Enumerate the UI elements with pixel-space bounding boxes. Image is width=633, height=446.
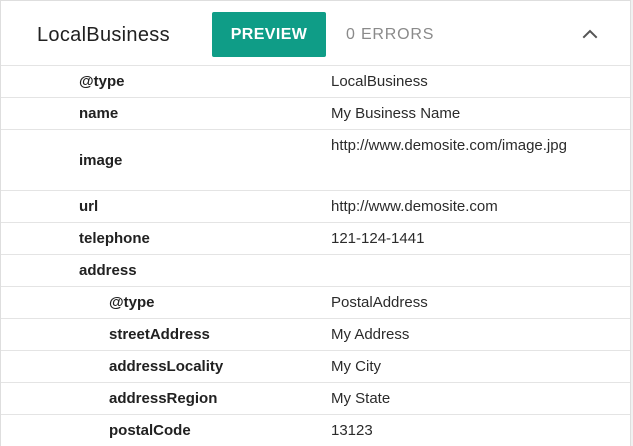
property-key: image: [79, 152, 123, 169]
preview-button[interactable]: PREVIEW: [212, 12, 326, 57]
property-value: 13123: [331, 422, 373, 439]
property-key: addressRegion: [109, 390, 218, 407]
errors-count: 0 ERRORS: [346, 26, 435, 43]
nested-property-row: @type PostalAddress: [1, 287, 630, 319]
property-value: My State: [331, 390, 391, 407]
property-row: @type LocalBusiness: [1, 66, 630, 98]
property-value: http://www.demosite.com/image.jpg: [331, 137, 567, 154]
nested-property-row: addressLocality My City: [1, 351, 630, 383]
schema-type-title: LocalBusiness: [37, 24, 170, 46]
property-key: url: [79, 198, 99, 215]
property-key: telephone: [79, 230, 150, 247]
property-key: address: [79, 262, 137, 279]
property-row: address: [1, 255, 630, 287]
property-key: addressLocality: [109, 358, 224, 375]
property-row: image http://www.demosite.com/image.jpg: [1, 130, 630, 191]
property-value: My City: [331, 358, 381, 375]
property-value: My Address: [331, 326, 410, 343]
property-row: url http://www.demosite.com: [1, 191, 630, 223]
nested-property-row: postalCode 13123: [1, 415, 630, 446]
structured-data-card: LocalBusiness PREVIEW 0 ERRORS @type Loc…: [0, 0, 631, 446]
property-key: @type: [109, 294, 155, 311]
property-value: 121-124-1441: [331, 230, 425, 247]
property-value: http://www.demosite.com: [331, 198, 498, 215]
card-header: LocalBusiness PREVIEW 0 ERRORS: [1, 1, 630, 66]
property-key: streetAddress: [109, 326, 210, 343]
collapse-button[interactable]: [574, 18, 606, 50]
property-value: LocalBusiness: [331, 73, 428, 90]
property-key: postalCode: [109, 422, 191, 439]
property-key: @type: [79, 73, 125, 90]
properties-table: @type LocalBusiness name My Business Nam…: [1, 66, 630, 446]
property-key: name: [79, 105, 119, 122]
property-row: telephone 121-124-1441: [1, 223, 630, 255]
property-value: My Business Name: [331, 105, 461, 122]
chevron-up-icon: [582, 29, 598, 39]
property-row: name My Business Name: [1, 98, 630, 130]
nested-property-row: streetAddress My Address: [1, 319, 630, 351]
property-value: PostalAddress: [331, 294, 428, 311]
nested-property-row: addressRegion My State: [1, 383, 630, 415]
